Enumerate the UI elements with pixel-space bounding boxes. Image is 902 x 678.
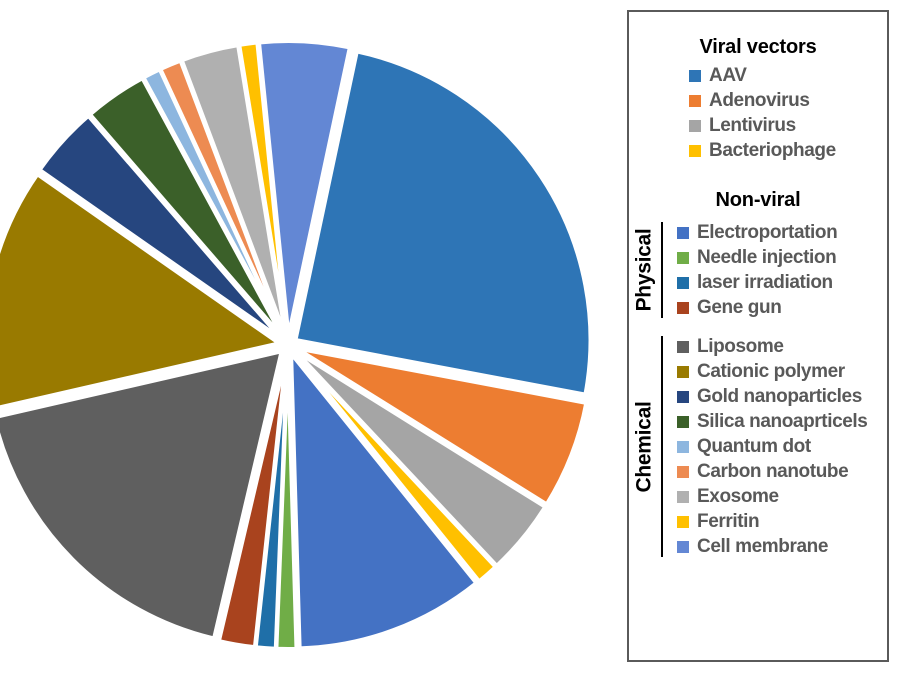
legend-swatch-icon [677,365,689,378]
legend-item: Silica nanoaprticels [665,409,887,434]
legend-group-divider-physical [661,222,663,318]
legend-item-label: Cationic polymer [697,360,845,382]
legend-list-chemical: Liposome Cationic polymer Gold nanoparticl… [665,334,887,559]
legend-swatch-icon [677,415,689,428]
legend-item-label: Needle injection [697,246,837,268]
legend-heading-nonviral: Non-viral [715,189,801,211]
legend-swatch-icon [677,440,689,453]
legend-item-label: Quantum dot [697,435,811,457]
legend-swatch-icon [677,276,689,289]
legend-item-label: Lentivirus [709,114,796,136]
pie-slice-group [0,39,593,651]
legend-item: AAV [675,63,887,88]
legend-swatch-icon [677,515,689,528]
legend-group-chemical: Chemical Liposome Cationic polymer Gold na… [629,334,887,559]
legend-swatch-icon [677,301,689,314]
legend-group-divider-chemical [661,336,663,557]
legend-item: Bacteriophage [675,138,887,163]
legend-item: Quantum dot [665,434,887,459]
legend-group-label-chemical: Chemical [627,334,661,559]
legend-swatch-icon [677,490,689,503]
legend-swatch-icon [677,390,689,403]
legend-item-label: Cell membrane [697,535,829,557]
pie-chart-area [0,0,615,678]
legend-swatch-icon [689,94,701,107]
legend-item: Carbon nanotube [665,459,887,484]
legend-swatch-icon [677,226,689,239]
legend-item: Cell membrane [665,534,887,559]
legend-list-viral: AAV Adenovirus Lentivirus Bacteriophage [629,63,887,163]
legend-group-label-physical-text: Physical [632,228,656,312]
legend-item: laser irradiation [665,270,887,295]
legend-item: Adenovirus [675,88,887,113]
legend-group-label-chemical-text: Chemical [632,401,656,492]
legend-group-physical: Physical Electroportation Needle injectio… [629,220,887,320]
legend-item: Gold nanoparticles [665,384,887,409]
legend-item: Cationic polymer [665,359,887,384]
legend-item-label: AAV [709,64,747,86]
legend-heading-viral: Viral vectors [699,36,817,58]
legend-item-label: Silica nanoaprticels [697,410,868,432]
legend-item-label: Liposome [697,335,784,357]
legend-swatch-icon [689,69,701,82]
legend-item-label: Gene gun [697,296,782,318]
legend-item-label: Carbon nanotube [697,460,849,482]
legend-item: Ferritin [665,509,887,534]
legend-item-label: Bacteriophage [709,139,836,161]
legend-item-label: Adenovirus [709,89,810,111]
pie-chart-figure: Viral vectors AAV Adenovirus Lentivirus Bac… [0,0,902,678]
legend-item: Needle injection [665,245,887,270]
legend-item: Lentivirus [675,113,887,138]
legend-swatch-icon [677,251,689,264]
legend-item-label: laser irradiation [697,271,833,293]
legend-item-label: Electroportation [697,221,838,243]
legend-item-label: Exosome [697,485,779,507]
legend-item: Exosome [665,484,887,509]
legend-swatch-icon [677,540,689,553]
legend-panel: Viral vectors AAV Adenovirus Lentivirus Bac… [627,10,889,662]
legend-swatch-icon [689,119,701,132]
legend-group-label-physical: Physical [627,220,661,320]
legend-item-label: Ferritin [697,510,760,532]
legend-item-label: Gold nanoparticles [697,385,862,407]
legend-list-physical: Electroportation Needle injection laser ir… [665,220,887,320]
pie-chart-svg [0,39,593,651]
legend-swatch-icon [677,340,689,353]
legend-item: Liposome [665,334,887,359]
legend-item: Electroportation [665,220,887,245]
legend-item: Gene gun [665,295,887,320]
legend-swatch-icon [677,465,689,478]
legend-swatch-icon [689,144,701,157]
